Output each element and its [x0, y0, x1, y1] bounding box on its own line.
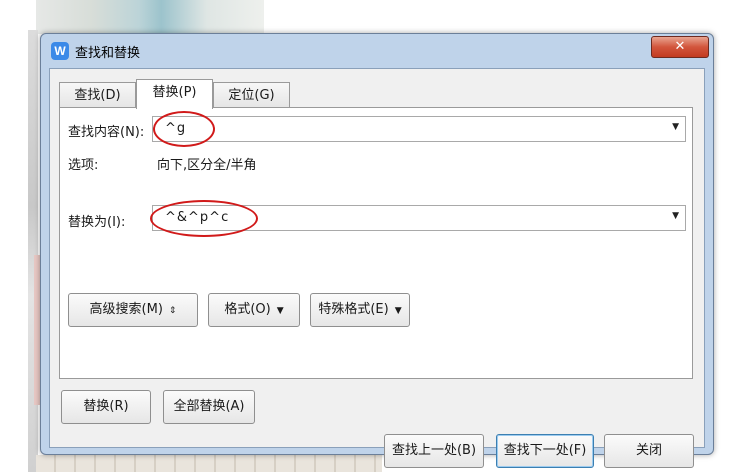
tab-find[interactable]: 查找(D) [59, 82, 136, 109]
find-label: 查找内容(N): [68, 125, 145, 140]
background-strip [28, 30, 38, 472]
options-value: 向下,区分全/半角 [157, 158, 257, 173]
chevron-down-icon[interactable]: ▼ [672, 211, 679, 221]
wps-writer-icon: W [51, 42, 69, 60]
title-bar[interactable]: W 查找和替换 ✕ [41, 34, 713, 68]
replace-all-button[interactable]: 全部替换(A) [163, 390, 255, 424]
format-label: 格式(O) [224, 302, 271, 317]
annotation-circle [150, 200, 258, 237]
chevron-down-icon: ▼ [276, 306, 284, 316]
find-next-button[interactable]: 查找下一处(F) [496, 434, 594, 468]
find-input[interactable]: ^g ▼ [152, 116, 686, 142]
advanced-search-label: 高级搜索(M) [89, 302, 163, 317]
chevron-down-icon: ▼ [394, 306, 402, 316]
find-replace-dialog: W 查找和替换 ✕ 查找(D) 替换(P) 定位(G) 查找内容(N): ^g … [40, 33, 714, 468]
chevron-down-icon[interactable]: ▼ [672, 122, 679, 132]
replace-panel: 查找内容(N): ^g ▼ 选项: 向下,区分全/半角 替换为(I): ^&^p… [59, 107, 693, 379]
tab-replace[interactable]: 替换(P) [136, 79, 213, 109]
special-format-label: 特殊格式(E) [318, 302, 389, 317]
tab-goto[interactable]: 定位(G) [213, 82, 290, 109]
advanced-search-button[interactable]: 高级搜索(M) ⇕ [68, 293, 198, 327]
replace-button[interactable]: 替换(R) [61, 390, 151, 424]
dialog-title: 查找和替换 [75, 46, 141, 61]
options-label: 选项: [68, 158, 99, 173]
background-photo [36, 0, 264, 34]
special-format-button[interactable]: 特殊格式(E) ▼ [310, 293, 410, 327]
close-button[interactable]: 关闭 [604, 434, 694, 468]
annotation-circle [153, 111, 215, 147]
close-window-button[interactable]: ✕ [651, 36, 709, 58]
replace-label: 替换为(I): [68, 215, 126, 230]
double-chevron-icon: ⇕ [168, 306, 177, 316]
dialog-body: 查找(D) 替换(P) 定位(G) 查找内容(N): ^g ▼ 选项: 向下,区… [49, 68, 705, 468]
format-button[interactable]: 格式(O) ▼ [208, 293, 300, 327]
background-floor [36, 455, 382, 472]
find-previous-button[interactable]: 查找上一处(B) [384, 434, 484, 468]
